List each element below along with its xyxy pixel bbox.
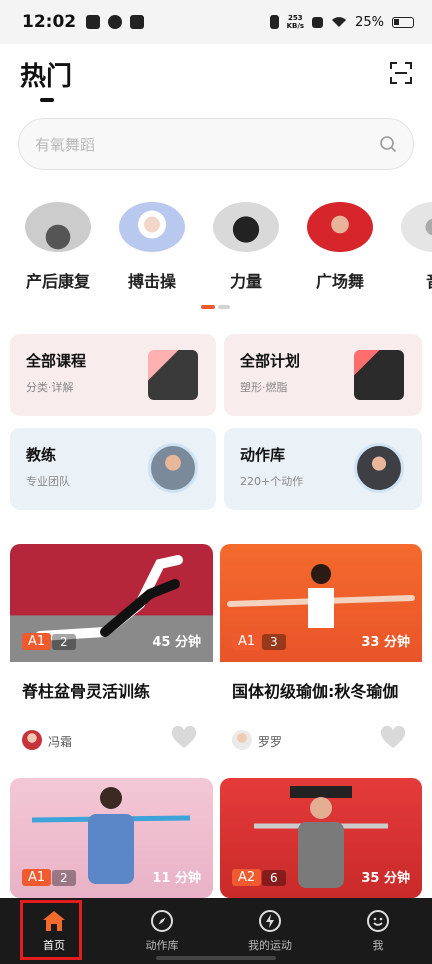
nav-label: 我的运动: [248, 939, 292, 952]
course-image: A1 2 45 分钟: [10, 544, 213, 662]
course-card[interactable]: A2 6 35 分钟: [220, 778, 422, 898]
people-count: 2: [52, 634, 76, 650]
coach-card[interactable]: 教练 专业团队: [10, 428, 216, 510]
exercise-library-card[interactable]: 动作库 220+个动作: [224, 428, 422, 510]
coach-avatar: [232, 730, 252, 750]
indicator-inactive: [218, 305, 230, 309]
category-avatar: [401, 202, 432, 252]
nav-exercise-library[interactable]: 动作库: [108, 898, 216, 964]
indicator-active: [201, 305, 215, 309]
category-kickboxing[interactable]: 搏击操: [114, 202, 190, 292]
coach-avatar: [22, 730, 42, 750]
coach-name: 冯霜: [48, 735, 73, 749]
course-card[interactable]: A1 2 45 分钟 脊柱盆骨灵活训练 冯霜: [10, 544, 213, 766]
battery-icon: [392, 16, 414, 28]
network-rate: 253 KB/s: [287, 14, 304, 30]
course-card[interactable]: A1 3 33 分钟 国体初级瑜伽:秋冬瑜伽 罗罗: [220, 544, 422, 766]
duration: 35 分钟: [361, 871, 410, 886]
title-underline: [40, 98, 54, 102]
course-title: 国体初级瑜伽:秋冬瑜伽: [232, 682, 399, 701]
course-image: A1 3 33 分钟: [220, 544, 422, 662]
page-title: 热门: [20, 62, 73, 92]
search-icon[interactable]: [379, 135, 397, 153]
nav-me[interactable]: 我: [324, 898, 432, 964]
vibrate-icon: [269, 15, 279, 29]
course-title: 脊柱盆骨灵活训练: [22, 682, 151, 701]
notification-chat-icon: [108, 15, 123, 29]
category-strength[interactable]: 力量: [208, 202, 284, 292]
search-placeholder: 有氧舞蹈: [35, 135, 96, 154]
notification-icons: [86, 15, 145, 29]
signal-off-icon: [312, 16, 324, 28]
all-courses-card[interactable]: 全部课程 分类·详解: [10, 334, 216, 416]
duration: 33 分钟: [361, 635, 410, 650]
course-image: A1 2 11 分钟: [10, 778, 213, 898]
course-card[interactable]: A1 2 11 分钟: [10, 778, 213, 898]
home-highlight-box: [20, 900, 82, 960]
battery-percent: 25%: [355, 14, 384, 30]
gesture-bar: [156, 956, 276, 960]
all-plans-card[interactable]: 全部计划 塑形·燃脂: [224, 334, 422, 416]
courses-thumbnail: [148, 350, 198, 400]
people-count: 3: [262, 634, 286, 650]
nav-my-sport[interactable]: 我的运动: [216, 898, 324, 964]
category-label: 广场舞: [315, 272, 364, 291]
heart-icon[interactable]: [171, 726, 197, 750]
category-music[interactable]: 音: [396, 202, 432, 292]
category-square-dance[interactable]: 广场舞: [302, 202, 378, 292]
category-label: 力量: [229, 272, 262, 291]
level-badge: A1: [22, 633, 52, 650]
category-avatar: [307, 202, 373, 252]
coach-name: 罗罗: [258, 735, 283, 749]
carousel-indicator: [201, 305, 230, 309]
search-input[interactable]: 有氧舞蹈: [18, 118, 414, 170]
level-badge: A2: [232, 869, 262, 886]
status-bar: 12:02 253 KB/s 25%: [0, 0, 432, 44]
scan-icon[interactable]: [390, 62, 412, 84]
people-count: 2: [52, 870, 76, 886]
category-avatar: [213, 202, 279, 252]
level-badge: A1: [22, 869, 52, 886]
category-avatar: [25, 202, 91, 252]
category-label: 音: [426, 268, 432, 292]
lightning-icon: [259, 910, 281, 932]
people-count: 6: [262, 870, 286, 886]
level-badge: A1: [232, 633, 262, 650]
status-time: 12:02: [22, 12, 77, 32]
net-rate-value: 253: [288, 14, 303, 22]
nav-label: 动作库: [145, 939, 179, 952]
course-image: A2 6 35 分钟: [220, 778, 422, 898]
category-label: 搏击操: [127, 272, 176, 291]
coach-avatar: [148, 443, 198, 493]
category-carousel[interactable]: 产后康复 搏击操 力量 广场舞 音: [0, 202, 432, 292]
duration: 45 分钟: [152, 635, 201, 650]
category-postpartum[interactable]: 产后康复: [20, 202, 96, 292]
category-avatar: [119, 202, 185, 252]
tiktok-icon: [130, 15, 145, 29]
header: 热门: [0, 44, 432, 114]
status-right: 253 KB/s 25%: [269, 14, 414, 30]
nav-label: 我: [372, 939, 384, 952]
wifi-icon: [332, 17, 347, 27]
compass-icon: [151, 910, 173, 932]
exercise-avatar: [354, 443, 404, 493]
net-rate-unit: KB/s: [286, 22, 305, 30]
plans-thumbnail: [354, 350, 404, 400]
heart-icon[interactable]: [380, 726, 406, 750]
duration: 11 分钟: [152, 871, 201, 886]
notification-app-icon: [86, 15, 101, 29]
smiley-icon: [367, 910, 389, 932]
category-label: 产后康复: [25, 272, 90, 291]
